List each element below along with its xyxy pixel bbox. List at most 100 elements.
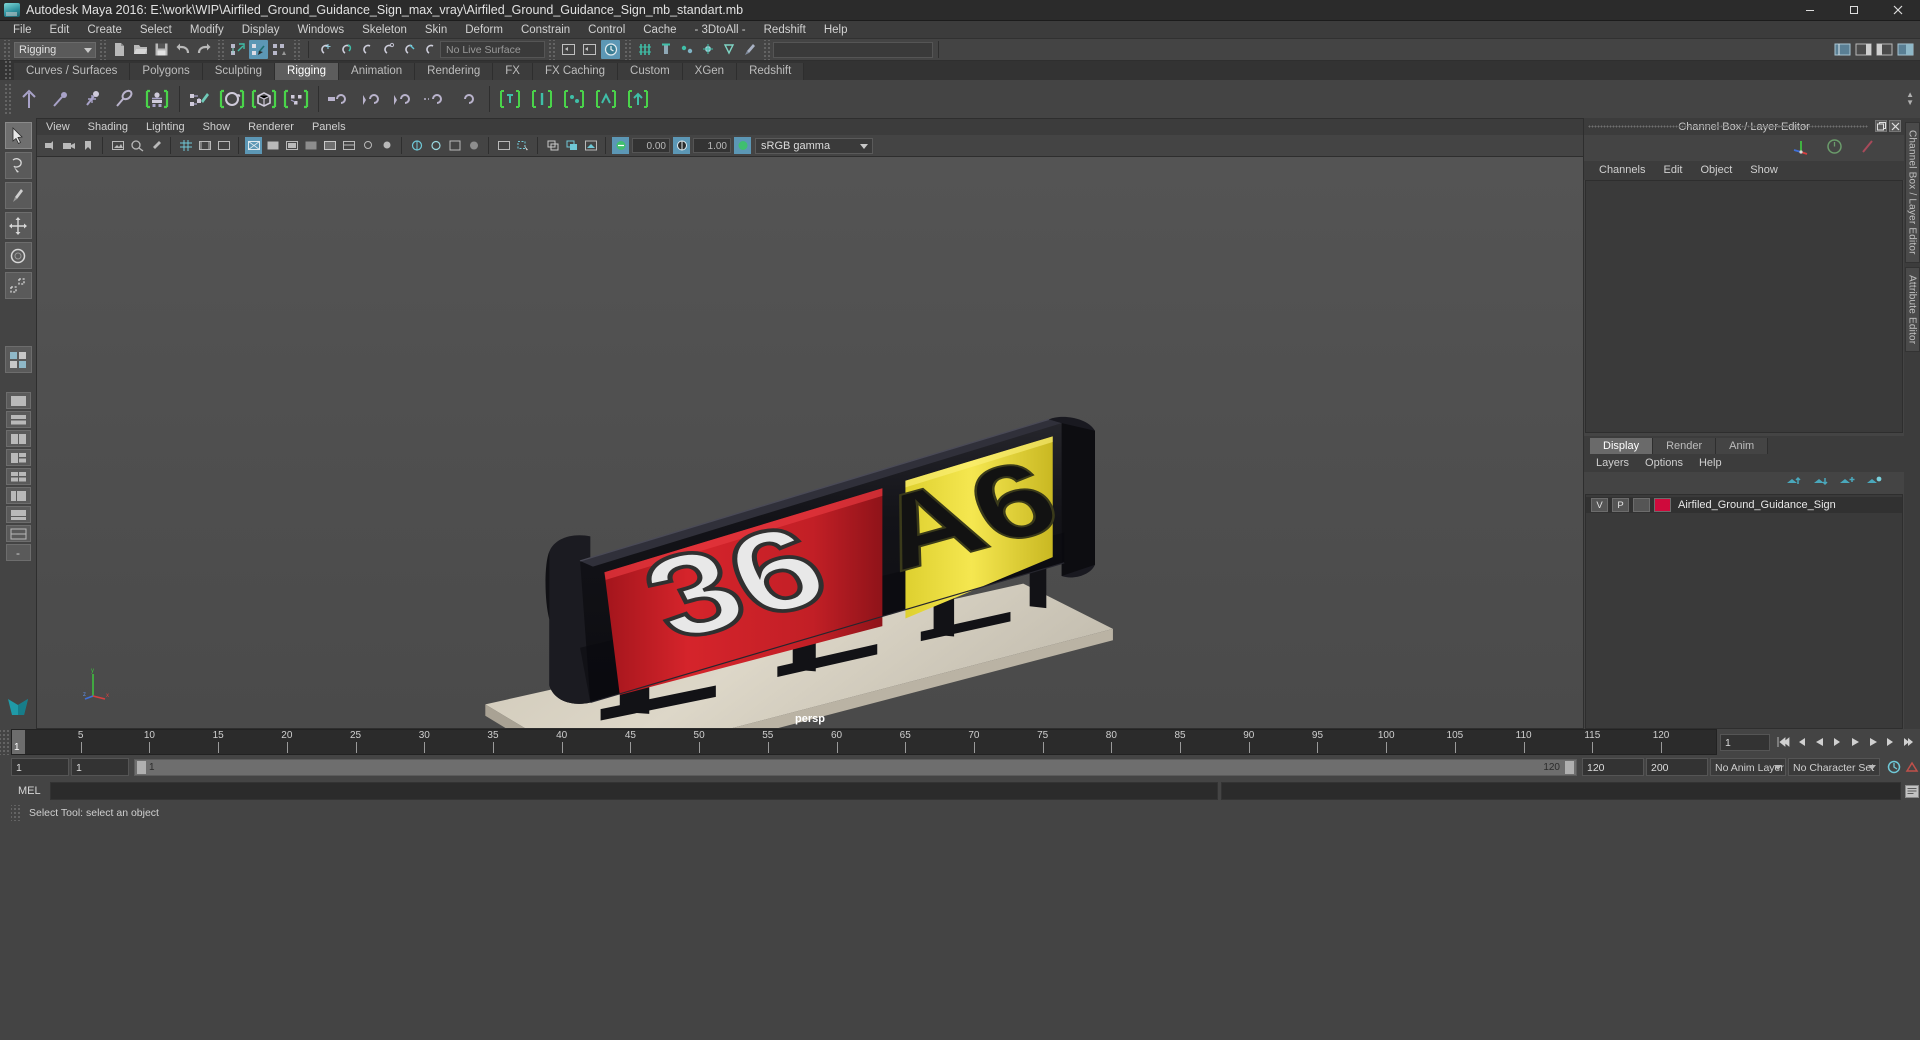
new-scene-icon[interactable] (110, 40, 129, 59)
smooth-shade-selected-icon[interactable] (283, 137, 300, 154)
open-scene-icon[interactable] (131, 40, 150, 59)
layer-visibility-toggle[interactable]: V (1591, 498, 1608, 512)
camera-attributes-icon[interactable] (60, 137, 77, 154)
shelf-tab-grip[interactable] (3, 61, 12, 80)
step-back-frame-button[interactable] (1811, 733, 1827, 751)
toolbar-grip-6[interactable] (623, 39, 632, 60)
shelf-tab-rigging[interactable]: Rigging (275, 63, 340, 80)
menu-item-edit[interactable]: Edit (41, 21, 79, 39)
multisample-aa-icon[interactable] (446, 137, 463, 154)
layer-tab-anim[interactable]: Anim (1716, 438, 1769, 454)
create-ik-spline-handle-icon[interactable] (78, 83, 108, 115)
layer-color-swatch[interactable] (1654, 498, 1671, 512)
color-management-dropdown[interactable]: sRGB gamma (755, 137, 873, 154)
script-editor-icon[interactable] (1904, 782, 1920, 800)
range-slider-right-handle[interactable] (1565, 760, 1574, 774)
command-line-input[interactable] (50, 782, 1218, 800)
hypershade-icon[interactable] (698, 40, 717, 59)
two-d-pan-zoom-icon[interactable] (128, 137, 145, 154)
render-current-frame-icon[interactable] (635, 40, 654, 59)
live-surface-field[interactable]: No Live Surface (440, 41, 545, 58)
command-line-output[interactable] (1221, 782, 1901, 800)
move-layer-down-icon[interactable] (1812, 474, 1828, 491)
move-tool-button[interactable] (4, 212, 32, 239)
menu-item-skin[interactable]: Skin (416, 21, 456, 39)
select-object-icon[interactable] (249, 40, 268, 59)
shade-wireframe-icon[interactable] (321, 137, 338, 154)
shelf-tab-sculpting[interactable]: Sculpting (202, 63, 276, 80)
shelf-tab-rendering[interactable]: Rendering (415, 63, 494, 80)
exposure-control-icon[interactable] (563, 137, 580, 154)
wrap-deformer-icon[interactable] (249, 83, 279, 115)
mirror-joint-icon[interactable] (591, 83, 621, 115)
point-constraint-icon[interactable] (356, 83, 386, 115)
sidebar-toggle-tool-icon[interactable] (1875, 40, 1894, 59)
snap-to-grid-icon[interactable] (315, 40, 334, 59)
menu-item-windows[interactable]: Windows (288, 21, 353, 39)
viewport-3d[interactable]: 36 A6 y x z persp (36, 156, 1584, 729)
grid-toggle-icon[interactable] (177, 137, 194, 154)
motion-blur-icon[interactable] (427, 137, 444, 154)
render-view-icon[interactable] (601, 40, 620, 59)
shelf-icon-grip[interactable] (3, 84, 12, 114)
maximize-button[interactable] (1832, 0, 1876, 21)
xray-joints-icon[interactable] (544, 137, 561, 154)
animation-start-time-field[interactable]: 1 (11, 758, 69, 776)
select-hierarchy-icon[interactable] (228, 40, 247, 59)
use-all-lights-icon[interactable] (359, 137, 376, 154)
paint-select-tool-button[interactable] (4, 182, 32, 209)
shelf-tab-fx-caching[interactable]: FX Caching (532, 63, 619, 80)
redo-icon[interactable] (194, 40, 213, 59)
select-component-icon[interactable] (270, 40, 289, 59)
character-set-dropdown[interactable]: No Character Set (1788, 758, 1880, 776)
animation-end-time-field[interactable]: 200 (1646, 758, 1708, 776)
lattice-deformer-icon[interactable] (217, 83, 247, 115)
gamma-field[interactable]: 1.00 (693, 138, 731, 153)
shelf-tab-animation[interactable]: Animation (339, 63, 416, 80)
no-character-set-icon[interactable] (1859, 138, 1876, 158)
bind-skin-icon[interactable] (142, 83, 172, 115)
film-gate-icon[interactable] (196, 137, 213, 154)
exposure-field[interactable]: 0.00 (632, 138, 670, 153)
menu-item-help[interactable]: Help (815, 21, 857, 39)
layout-four-panes-button[interactable] (5, 468, 31, 485)
layout-hypershade-button[interactable] (5, 506, 31, 523)
viewport-menu-panels[interactable]: Panels (303, 119, 355, 136)
scale-tool-button[interactable] (4, 272, 32, 299)
shelf-tab-curves-surfaces[interactable]: Curves / Surfaces (14, 63, 131, 80)
insert-joint-icon[interactable] (110, 83, 140, 115)
panel-close-button[interactable] (1889, 120, 1901, 132)
snap-to-view-plane-icon[interactable] (399, 40, 418, 59)
viewport-menu-renderer[interactable]: Renderer (239, 119, 303, 136)
layer-menu-help[interactable]: Help (1691, 454, 1730, 472)
open-graph-editor-icon[interactable] (580, 40, 599, 59)
shelf-scroll-arrows[interactable]: ▲ ▼ (1906, 91, 1920, 107)
shelf-tab-redshift[interactable]: Redshift (737, 63, 805, 80)
layout-two-panes-stacked-button[interactable] (5, 411, 31, 428)
isolate-select-icon[interactable] (495, 137, 512, 154)
sidebar-toggle-modeling-icon[interactable] (1833, 40, 1852, 59)
menu-item-display[interactable]: Display (233, 21, 289, 39)
side-tab-channel-box-layer-editor[interactable]: Channel Box / Layer Editor (1904, 122, 1920, 263)
toolbar-grip-5[interactable] (547, 39, 556, 60)
menu-item-3dtoall[interactable]: - 3DtoAll - (686, 21, 755, 39)
layout-outliner-persp-button[interactable] (5, 487, 31, 504)
set-driven-key-icon[interactable] (527, 83, 557, 115)
layer-type-toggle[interactable] (1633, 498, 1650, 512)
layer-playback-toggle[interactable]: P (1612, 498, 1629, 512)
layer-menu-layers[interactable]: Layers (1588, 454, 1637, 472)
viewport-menu-show[interactable]: Show (194, 119, 240, 136)
flat-shade-icon[interactable] (302, 137, 319, 154)
go-to-start-button[interactable] (1775, 733, 1791, 751)
wireframe-shading-icon[interactable] (245, 137, 262, 154)
time-slider-grip[interactable] (0, 729, 11, 755)
layout-collapse-button[interactable]: - (5, 544, 31, 561)
play-backwards-button[interactable] (1829, 733, 1845, 751)
view-transform-icon[interactable] (582, 137, 599, 154)
create-ik-handle-icon[interactable] (46, 83, 76, 115)
step-forward-frame-button[interactable] (1865, 733, 1881, 751)
playback-end-time-field[interactable]: 120 (1582, 758, 1644, 776)
sidebar-toggle-attribute-icon[interactable] (1854, 40, 1873, 59)
new-layer-from-selected-icon[interactable] (1866, 474, 1882, 491)
shelf-tab-polygons[interactable]: Polygons (130, 63, 203, 80)
